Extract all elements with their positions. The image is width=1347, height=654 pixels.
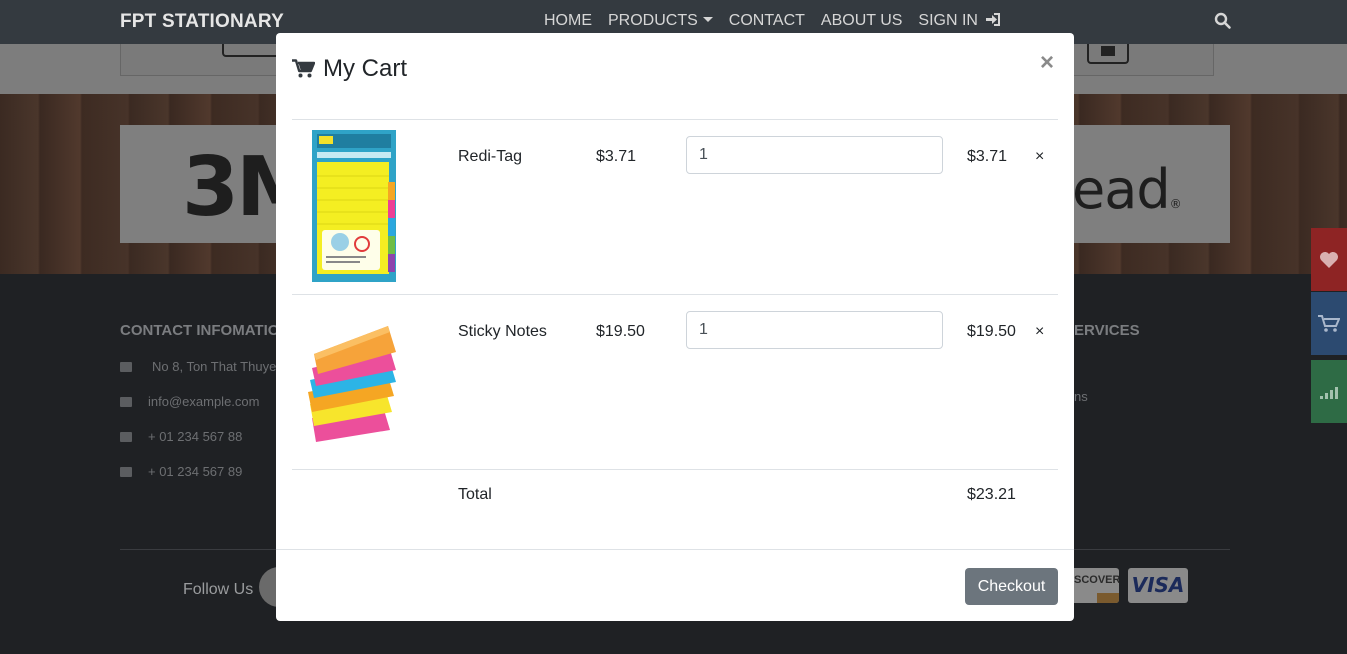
modal-header: My Cart ×	[276, 33, 1074, 119]
modal-title-text: My Cart	[323, 55, 407, 82]
close-icon[interactable]: ×	[1040, 51, 1058, 75]
modal-title: My Cart	[292, 55, 407, 83]
cart-item-subtotal: $19.50	[967, 323, 1016, 340]
cart-modal: My Cart × Redi-Tag $3.71 $3.71 ×	[276, 33, 1074, 621]
cart-item-subtotal: $3.71	[967, 148, 1008, 165]
cart-item-price: $19.50	[596, 323, 645, 340]
quantity-input[interactable]	[686, 311, 943, 349]
remove-item-icon[interactable]: ×	[1035, 323, 1044, 341]
remove-item-icon[interactable]: ×	[1035, 148, 1044, 166]
product-image-redi-tag[interactable]	[304, 130, 404, 282]
total-label: Total	[458, 486, 492, 503]
quantity-input[interactable]	[686, 136, 943, 174]
modal-footer-divider	[276, 549, 1074, 550]
table-divider	[292, 469, 1058, 470]
cart-item-name: Redi-Tag	[458, 148, 523, 165]
total-value: $23.21	[967, 486, 1016, 503]
product-image-sticky-notes[interactable]	[304, 322, 404, 446]
checkout-button[interactable]: Checkout	[965, 568, 1058, 605]
shopping-cart-icon	[292, 59, 315, 78]
table-divider	[292, 119, 1058, 120]
cart-item-name: Sticky Notes	[458, 323, 547, 340]
table-divider	[292, 294, 1058, 295]
cart-item-price: $3.71	[596, 148, 637, 165]
